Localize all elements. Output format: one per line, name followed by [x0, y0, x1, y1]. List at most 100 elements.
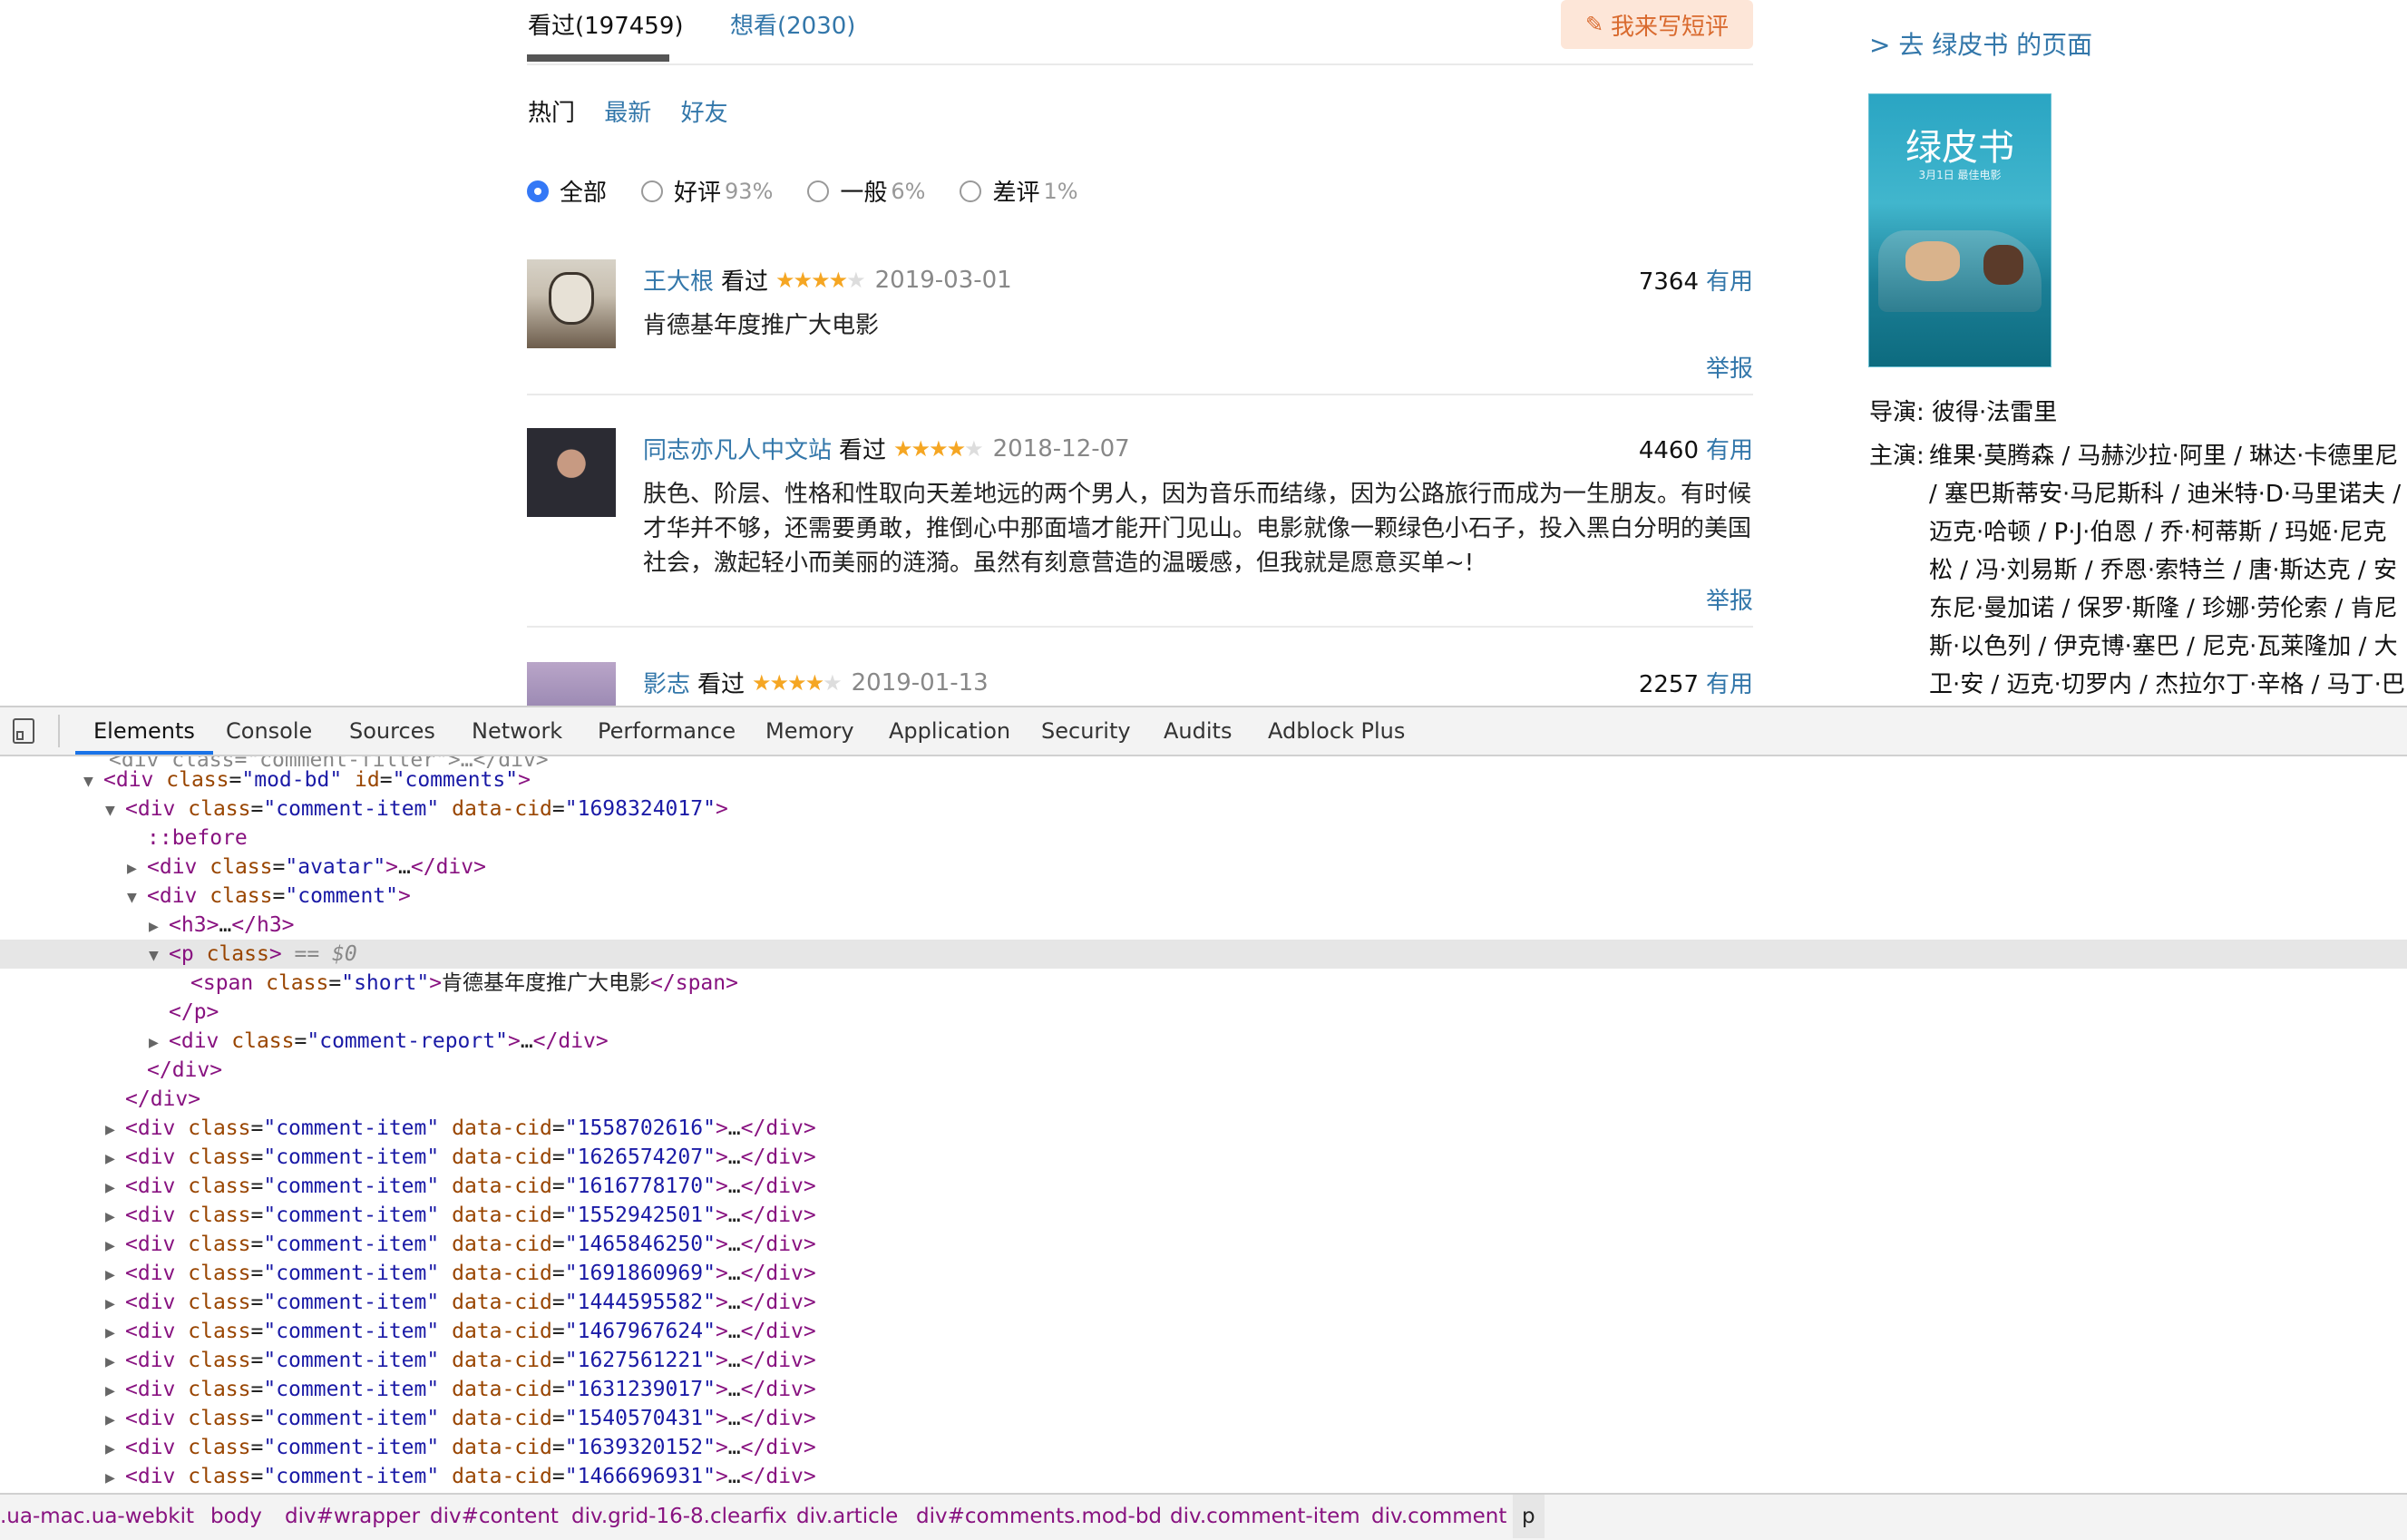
collapsed-arrow-icon[interactable]: ▶ — [105, 1377, 125, 1406]
radio[interactable] — [960, 180, 982, 202]
dom-node-comment-item[interactable]: ▼ <div class="comment-item" data-cid="169… — [0, 794, 2407, 824]
comment-votes: 4460 有用 — [1639, 432, 1753, 465]
collapsed-arrow-icon[interactable]: ▶ — [105, 1261, 125, 1290]
dom-node-comment[interactable]: ▼ <div class="comment"> — [0, 882, 2407, 911]
expanded-arrow-icon[interactable]: ▼ — [105, 796, 125, 825]
filter-positive[interactable]: 好评 93% — [641, 174, 773, 208]
dom-node-comment-item[interactable]: ▶ <div class="comment-item" data-cid="161… — [0, 1172, 2407, 1201]
tab-memory[interactable]: Memory — [765, 707, 854, 755]
tab-elements[interactable]: Elements — [75, 707, 213, 755]
dom-node-comment-item[interactable]: ▶ <div class="comment-item" data-cid="144… — [0, 1288, 2407, 1317]
tab-adblock-plus[interactable]: Adblock Plus — [1268, 707, 1405, 755]
tab-watched[interactable]: 看过(197459) — [528, 7, 684, 41]
tab-console[interactable]: Console — [226, 707, 312, 755]
movie-poster[interactable]: 绿皮书 3月1日 最佳电影 — [1869, 94, 2051, 366]
cast-label: 主演: — [1869, 443, 1925, 470]
collapsed-arrow-icon[interactable]: ▶ — [105, 1145, 125, 1174]
comment-user[interactable]: 同志亦凡人中文站 — [643, 432, 832, 465]
collapsed-arrow-icon[interactable]: ▶ — [105, 1319, 125, 1348]
radio[interactable] — [807, 180, 830, 202]
filter-negative[interactable]: 差评 1% — [960, 174, 1078, 208]
comment-status: 看过 — [697, 671, 745, 698]
collapsed-arrow-icon[interactable]: ▶ — [105, 1116, 125, 1145]
report-link[interactable]: 举报 — [1706, 350, 1753, 384]
collapsed-arrow-icon[interactable]: ▶ — [105, 1232, 125, 1261]
tab-network[interactable]: Network — [472, 707, 562, 755]
dom-node-comment-item[interactable]: ▶ <div class="comment-item" data-cid="155… — [0, 1114, 2407, 1143]
dom-node-comment-item[interactable]: ▶ <div class="comment-item" data-cid="146… — [0, 1317, 2407, 1346]
director-name[interactable]: 彼得·法雷里 — [1932, 399, 2057, 426]
avatar[interactable] — [527, 428, 616, 517]
useful-button[interactable]: 有用 — [1706, 268, 1753, 296]
dom-node-avatar[interactable]: ▶ <div class="avatar">…</div> — [0, 853, 2407, 882]
sort-friends[interactable]: 好友 — [681, 100, 728, 127]
filter-percent: 1% — [1043, 178, 1078, 204]
breadcrumb-item[interactable]: p — [1513, 1495, 1545, 1538]
breadcrumb-item[interactable]: div.grid-16-8.clearfix — [571, 1495, 787, 1538]
dom-node-comment-item[interactable]: ▶ <div class="comment-item" data-cid="162… — [0, 1143, 2407, 1172]
useful-button[interactable]: 有用 — [1706, 437, 1753, 464]
collapsed-arrow-icon[interactable]: ▶ — [105, 1290, 125, 1319]
comment-user[interactable]: 影志 — [643, 666, 690, 699]
radio[interactable] — [641, 180, 664, 202]
breadcrumb-item[interactable]: div#comments.mod-bd — [916, 1495, 1162, 1538]
collapsed-arrow-icon[interactable]: ▶ — [127, 854, 147, 883]
breadcrumb-item[interactable]: div.article — [796, 1495, 898, 1538]
breadcrumb-item[interactable]: body — [210, 1495, 262, 1538]
collapsed-arrow-icon[interactable]: ▶ — [149, 912, 169, 941]
cast-list[interactable]: 维果·莫腾森 / 马赫沙拉·阿里 / 琳达·卡德里尼 / 塞巴斯蒂安·马尼斯科 … — [1929, 437, 2407, 706]
avatar[interactable] — [527, 662, 616, 706]
breadcrumb-item[interactable]: div.comment-item — [1170, 1495, 1360, 1538]
dom-node-report[interactable]: ▶ <div class="comment-report">…</div> — [0, 1027, 2407, 1056]
filter-neutral[interactable]: 一般 6% — [807, 174, 925, 208]
dom-node-comment-item[interactable]: ▶ <div class="comment-item" data-cid="146… — [0, 1462, 2407, 1484]
breadcrumb-item[interactable]: div#content — [430, 1495, 559, 1538]
dom-node-comment-item[interactable]: ▶ <div class="comment-item" data-cid="163… — [0, 1375, 2407, 1404]
tab-application[interactable]: Application — [889, 707, 1010, 755]
tab-audits[interactable]: Audits — [1164, 707, 1232, 755]
dom-node-before[interactable]: ::before — [0, 824, 2407, 853]
collapsed-arrow-icon[interactable]: ▶ — [105, 1406, 125, 1435]
expanded-arrow-icon[interactable]: ▼ — [127, 883, 147, 912]
avatar[interactable] — [527, 259, 616, 348]
dom-node-comment-item[interactable]: ▶ <div class="comment-item" data-cid="162… — [0, 1346, 2407, 1375]
movie-page-link[interactable]: > 去 绿皮书 的页面 — [1869, 25, 2092, 62]
device-toolbar-icon[interactable] — [13, 718, 34, 744]
collapsed-arrow-icon[interactable]: ▶ — [105, 1174, 125, 1203]
breadcrumb-item[interactable]: div#wrapper — [285, 1495, 420, 1538]
dom-node-comment-item[interactable]: ▶ <div class="comment-item" data-cid="154… — [0, 1404, 2407, 1433]
dom-node-h3[interactable]: ▶ <h3>…</h3> — [0, 911, 2407, 940]
dom-node-comment-item[interactable]: ▶ <div class="comment-item" data-cid="169… — [0, 1259, 2407, 1288]
sort-latest[interactable]: 最新 — [604, 100, 651, 127]
dom-node-span[interactable]: <span class="short">肯德基年度推广大电影</span> — [0, 969, 2407, 998]
pencil-icon: ✎ — [1584, 12, 1604, 37]
collapsed-arrow-icon[interactable]: ▶ — [105, 1464, 125, 1484]
collapsed-arrow-icon[interactable]: ▶ — [105, 1348, 125, 1377]
tab-performance[interactable]: Performance — [598, 707, 736, 755]
write-review-button[interactable]: ✎ 我来写短评 — [1561, 0, 1753, 49]
dom-node-comment-item[interactable]: ▶ <div class="comment-item" data-cid="155… — [0, 1201, 2407, 1230]
filter-label: 全部 — [560, 180, 608, 207]
breadcrumb-item[interactable]: div.comment — [1371, 1495, 1506, 1538]
dom-node-comment-item[interactable]: ▶ <div class="comment-item" data-cid="146… — [0, 1230, 2407, 1259]
dom-node-mod-bd[interactable]: ▼ <div class="mod-bd" id="comments"> — [0, 765, 2407, 794]
useful-button[interactable]: 有用 — [1706, 671, 1753, 698]
comment-user[interactable]: 王大根 — [643, 263, 714, 297]
tab-security[interactable]: Security — [1041, 707, 1131, 755]
pseudo-element: ::before — [147, 826, 248, 850]
report-link[interactable]: 举报 — [1706, 582, 1753, 616]
collapsed-arrow-icon[interactable]: ▶ — [149, 1028, 169, 1058]
expanded-arrow-icon[interactable]: ▼ — [83, 767, 103, 796]
sort-hot[interactable]: 热门 — [528, 100, 575, 127]
breadcrumb-item[interactable]: .ua-mac.ua-webkit — [0, 1495, 194, 1538]
filter-all[interactable]: 全部 — [527, 174, 607, 208]
collapsed-arrow-icon[interactable]: ▶ — [105, 1203, 125, 1232]
comment-item: 影志 看过 ★★★★★ 2019-01-13 2257 有用 — [527, 662, 1753, 706]
collapsed-arrow-icon[interactable]: ▶ — [105, 1435, 125, 1464]
dom-node-p-selected[interactable]: ▼ <p class> == $0 — [0, 940, 2407, 969]
tab-sources[interactable]: Sources — [349, 707, 435, 755]
expanded-arrow-icon[interactable]: ▼ — [149, 941, 169, 970]
radio-checked[interactable] — [527, 180, 549, 202]
tab-want[interactable]: 想看(2030) — [730, 7, 855, 41]
dom-node-comment-item[interactable]: ▶ <div class="comment-item" data-cid="163… — [0, 1433, 2407, 1462]
